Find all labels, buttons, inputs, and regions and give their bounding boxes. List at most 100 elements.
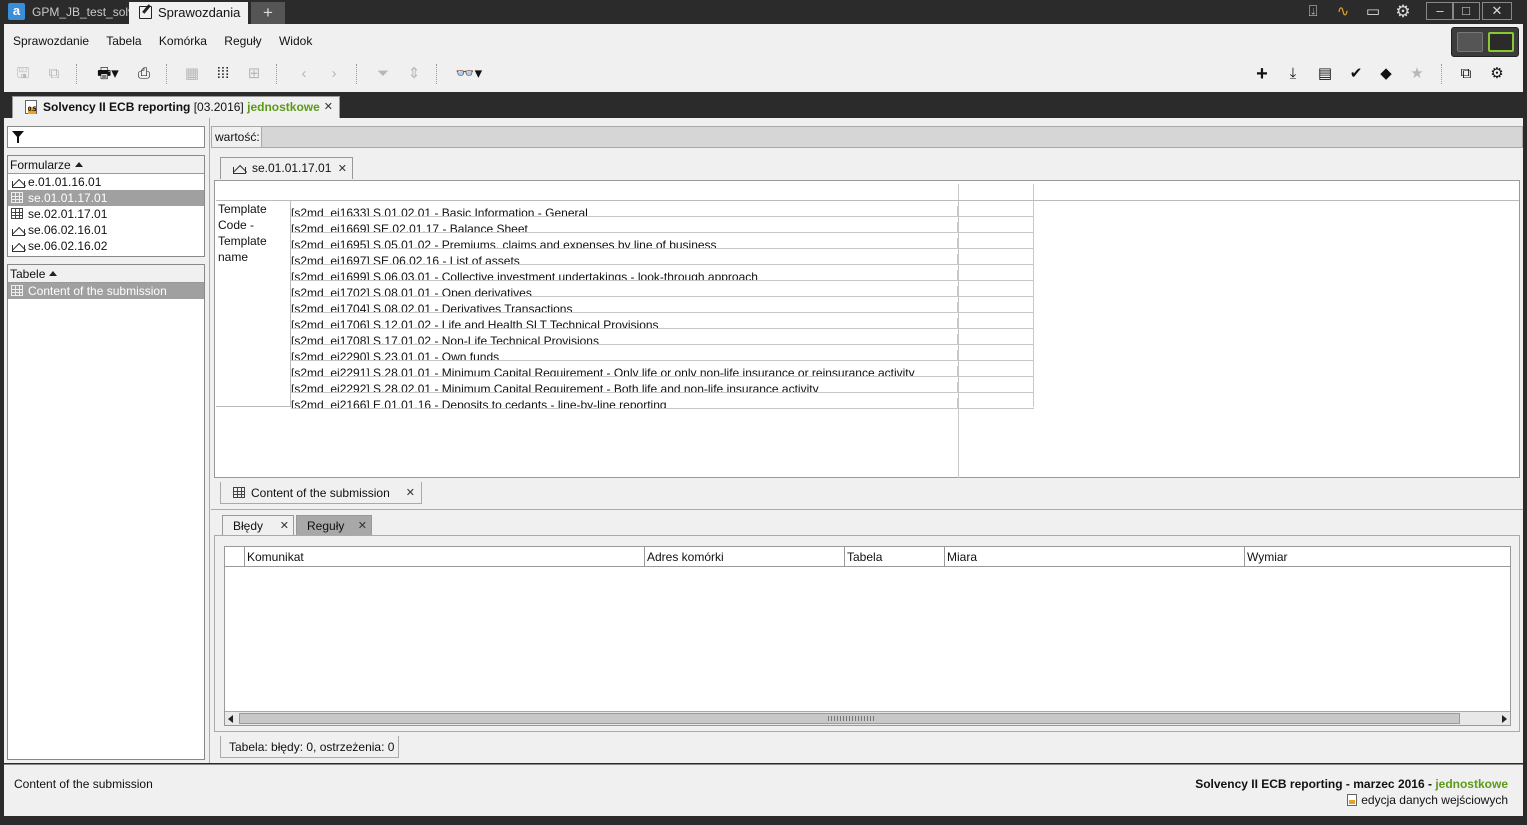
window-tab-project[interactable]: GPM_JB_test_solv <box>30 2 134 24</box>
table-layout-icon[interactable]: ⊞ <box>242 62 266 86</box>
document-tab[interactable]: Solvency II ECB reporting [03.2016] jedn… <box>12 96 340 118</box>
print-preview-icon[interactable]: ⎙ <box>132 62 156 86</box>
sort-asc-icon <box>49 271 58 276</box>
grid-row[interactable]: [s2md_ei1697] SE.06.02.16 - List of asse… <box>291 249 1034 265</box>
grid-value-cell[interactable] <box>958 297 1032 312</box>
grid-value-cell[interactable] <box>958 217 1032 232</box>
menu-reguly[interactable]: Reguły <box>224 34 261 48</box>
tab-rules[interactable]: Reguły ✕ <box>296 515 372 535</box>
scroll-left-icon[interactable] <box>228 715 233 723</box>
content-area: Formularze e.01.01.16.01 se.01.01.17.01 … <box>4 118 1523 763</box>
grid-value-cell[interactable] <box>958 313 1032 328</box>
minimize-button[interactable]: – <box>1426 2 1454 20</box>
errors-summary-tab[interactable]: Tabela: błędy: 0, ostrzeżenia: 0 <box>220 736 399 758</box>
grid-value-cell[interactable] <box>958 345 1032 360</box>
close-document-tab-icon[interactable]: ✕ <box>324 97 333 117</box>
scrollbar-thumb[interactable] <box>239 713 1460 724</box>
form-item[interactable]: se.02.01.17.01 <box>8 206 204 222</box>
scroll-right-icon[interactable] <box>1502 715 1507 723</box>
grid-row-label: [s2md_ei1633] S.01.02.01 - Basic Informa… <box>291 206 958 216</box>
previous-icon[interactable]: ‹ <box>292 62 316 86</box>
close-table-tab-icon[interactable]: ✕ <box>406 482 415 504</box>
table-tab[interactable]: Content of the submission ✕ <box>220 482 422 504</box>
column-header-measure[interactable]: Miara <box>944 547 1244 567</box>
view-mode-switch[interactable] <box>1451 27 1519 57</box>
grid-row[interactable]: [s2md_ei1706] S.12.01.02 - Life and Heal… <box>291 313 1034 329</box>
binoculars-dropdown-icon[interactable]: 👓▾ <box>451 62 487 86</box>
grid-row[interactable]: [s2md_ei1704] S.08.02.01 - Derivatives T… <box>291 297 1034 313</box>
add-icon[interactable]: + <box>1250 62 1274 86</box>
save-all-icon[interactable]: ⧉ <box>42 62 66 86</box>
menu-widok[interactable]: Widok <box>279 34 312 48</box>
save-icon[interactable]: 🖫 <box>11 62 35 86</box>
column-header-cell-address[interactable]: Adres komórki <box>644 547 844 567</box>
menu-toolbar-area: Sprawozdanie Tabela Komórka Reguły Widok… <box>4 24 1523 92</box>
maximize-button[interactable]: □ <box>1452 2 1480 20</box>
import-icon[interactable]: ⤓ <box>1281 62 1305 86</box>
grid-value-cell[interactable] <box>958 377 1032 392</box>
close-errors-tab-icon[interactable]: ✕ <box>280 516 289 536</box>
next-icon[interactable]: › <box>322 62 346 86</box>
panel-divider[interactable] <box>211 509 1523 510</box>
tables-header[interactable]: Tabele <box>8 265 204 283</box>
grid-row[interactable]: [s2md_ei2166] E.01.01.16 - Deposits to c… <box>291 393 1034 409</box>
new-tab-button[interactable]: + <box>251 2 285 24</box>
column-header-message[interactable]: Komunikat <box>244 547 644 567</box>
settings-gear-icon[interactable]: ⚙ <box>1393 2 1413 22</box>
form-house-icon <box>11 240 25 252</box>
config-icon[interactable]: ⚙ <box>1485 62 1509 86</box>
form-tab[interactable]: se.01.01.17.01 ✕ <box>220 157 353 179</box>
grid-row[interactable]: [s2md_ei1702] S.08.01.01 - Open derivati… <box>291 281 1034 297</box>
forms-header[interactable]: Formularze <box>8 156 204 174</box>
grid-row[interactable]: [s2md_ei1669] SE.02.01.17 - Balance Shee… <box>291 217 1034 233</box>
grid-row[interactable]: [s2md_ei2292] S.28.02.01 - Minimum Capit… <box>291 377 1034 393</box>
table-item[interactable]: Content of the submission <box>8 283 204 299</box>
star-icon[interactable]: ★ <box>1405 62 1429 86</box>
horizontal-scrollbar[interactable] <box>225 711 1510 725</box>
grid-value-cell[interactable] <box>958 281 1032 296</box>
print-dropdown-icon[interactable]: 🖶▾ <box>90 62 126 86</box>
close-window-button[interactable]: ✕ <box>1482 2 1512 20</box>
menu-sprawozdanie[interactable]: Sprawozdanie <box>13 34 89 48</box>
grid-row[interactable]: [s2md_ei1699] S.06.03.01 - Collective in… <box>291 265 1034 281</box>
grid-row[interactable]: [s2md_ei2290] S.23.01.01 - Own funds <box>291 345 1034 361</box>
form-item[interactable]: se.06.02.16.02 <box>8 238 204 254</box>
memory-icon[interactable]: ▭ <box>1363 2 1383 22</box>
close-form-tab-icon[interactable]: ✕ <box>338 159 347 180</box>
column-header-dimension[interactable]: Wymiar <box>1244 547 1510 567</box>
grid-value-cell[interactable] <box>958 393 1032 408</box>
download-status-icon[interactable]: ⍗ <box>1303 2 1323 22</box>
link-settings-icon[interactable]: ⧉ <box>1454 62 1478 86</box>
close-rules-tab-icon[interactable]: ✕ <box>358 516 367 536</box>
grid-row[interactable]: [s2md_ei1708] S.17.01.02 - Non-Life Tech… <box>291 329 1034 345</box>
grid-row[interactable]: [s2md_ei1633] S.01.02.01 - Basic Informa… <box>291 201 1034 217</box>
form-item[interactable]: se.06.02.16.01 <box>8 222 204 238</box>
activity-pulse-icon[interactable]: ∿ <box>1333 2 1353 22</box>
view-note-icon[interactable] <box>1488 32 1514 52</box>
grid-row[interactable]: [s2md_ei1695] S.05.01.02 - Premiums, cla… <box>291 233 1034 249</box>
grid-value-cell[interactable] <box>958 329 1032 344</box>
tag-icon[interactable]: ◆ <box>1374 62 1398 86</box>
grid-value-cell[interactable] <box>958 265 1032 280</box>
view-list-icon[interactable] <box>1457 32 1483 52</box>
menu-komorka[interactable]: Komórka <box>159 34 207 48</box>
sort-icon[interactable]: ⇕ <box>402 62 426 86</box>
calculator-small-icon[interactable]: ▦ <box>180 62 204 86</box>
grid-dots-icon[interactable]: ⁞⁞⁞ <box>211 62 235 86</box>
grid-value-cell[interactable] <box>958 361 1032 376</box>
grid-value-cell[interactable] <box>958 201 1032 216</box>
grid-value-cell[interactable] <box>958 233 1032 248</box>
grid-row[interactable]: [s2md_ei2291] S.28.01.01 - Minimum Capit… <box>291 361 1034 377</box>
calculator-icon[interactable]: ▤ <box>1313 62 1337 86</box>
form-item[interactable]: se.01.01.17.01 <box>8 190 204 206</box>
tab-errors[interactable]: Błędy ✕ <box>222 515 294 535</box>
validate-check-icon[interactable]: ✔ <box>1344 62 1368 86</box>
panel-splitter[interactable] <box>209 118 210 763</box>
forms-filter-input[interactable] <box>7 126 205 148</box>
form-item[interactable]: e.01.01.16.01 <box>8 174 204 190</box>
filter-icon[interactable]: ⏷ <box>371 62 395 86</box>
menu-tabela[interactable]: Tabela <box>106 34 141 48</box>
grid-value-cell[interactable] <box>958 249 1032 264</box>
window-tab-reports[interactable]: Sprawozdania <box>129 2 248 24</box>
column-header-table[interactable]: Tabela <box>844 547 944 567</box>
